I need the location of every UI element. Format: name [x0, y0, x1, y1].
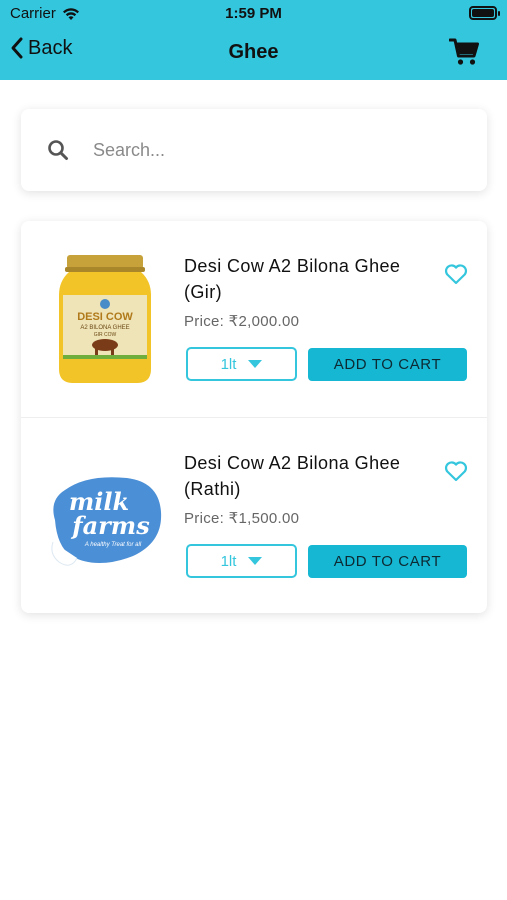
quantity-value: 1lt: [220, 552, 237, 570]
jar-label-line2: A2 BILONA GHEE: [80, 325, 129, 331]
quantity-dropdown[interactable]: 1lt: [186, 347, 297, 381]
jar-label-line3: GIR COW: [94, 332, 117, 338]
quantity-value: 1lt: [220, 355, 237, 373]
milk-farms-logo-image: milk farms A healthy Treat for all: [51, 477, 162, 566]
cart-icon: [448, 38, 479, 65]
dropdown-arrow-icon: [248, 557, 263, 565]
battery-icon: [469, 6, 500, 20]
product-card-rathi[interactable]: milk farms A healthy Treat for all Desi …: [21, 417, 487, 613]
logo-line2: farms: [70, 511, 150, 540]
search-bar: [21, 109, 487, 191]
add-to-cart-button[interactable]: ADD TO CART: [308, 348, 467, 381]
product-name: Desi Cow A2 Bilona Ghee (Rathi): [184, 453, 401, 499]
heart-icon[interactable]: [444, 263, 468, 285]
product-price: Price: ₹2,000.00: [184, 313, 300, 330]
cart-button[interactable]: [448, 38, 479, 71]
quantity-dropdown[interactable]: 1lt: [186, 544, 297, 578]
ghee-jar-image: DESI COW A2 BILONA GHEE GIR COW: [59, 255, 151, 383]
logo-line3: A healthy Treat for all: [84, 542, 142, 548]
status-bar: Carrier 1:59 PM: [0, 0, 507, 28]
heart-icon[interactable]: [444, 460, 468, 482]
search-input[interactable]: [93, 135, 463, 165]
product-price: Price: ₹1,500.00: [184, 510, 300, 527]
search-icon: [48, 140, 68, 160]
page-title: Ghee: [228, 41, 279, 63]
product-name: Desi Cow A2 Bilona Ghee (Gir): [184, 256, 401, 302]
top-bar: Carrier 1:59 PM Back Ghee: [0, 0, 507, 80]
product-list: DESI COW A2 BILONA GHEE GIR COW Desi Cow…: [21, 221, 487, 613]
dropdown-arrow-icon: [248, 360, 263, 368]
add-to-cart-button[interactable]: ADD TO CART: [308, 545, 467, 578]
navigation-bar: Back Ghee: [0, 30, 507, 76]
status-time: 1:59 PM: [225, 5, 282, 22]
product-card-gir[interactable]: DESI COW A2 BILONA GHEE GIR COW Desi Cow…: [21, 221, 487, 417]
jar-label-line1: DESI COW: [77, 311, 133, 323]
